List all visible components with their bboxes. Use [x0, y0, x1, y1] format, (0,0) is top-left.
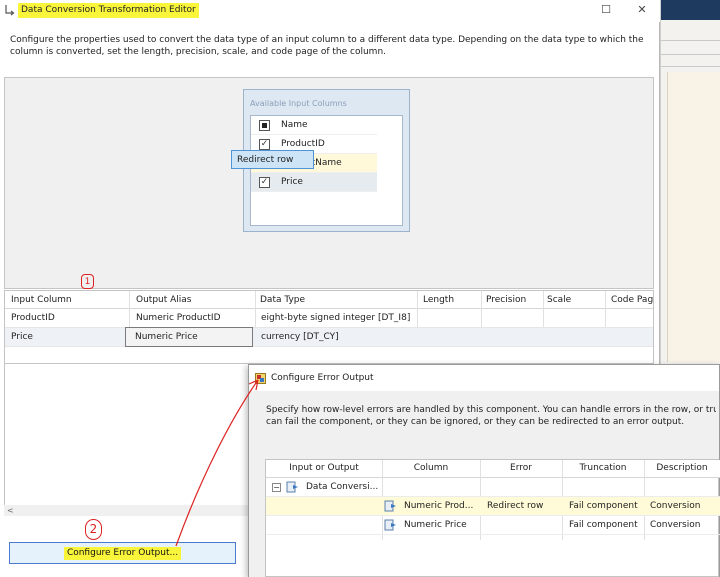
- table-row[interactable]: Numeric Price Fail component Conversion: [266, 516, 720, 535]
- description-cell: Conversion: [650, 520, 701, 530]
- error-cell[interactable]: Redirect row: [487, 501, 543, 511]
- error-dialog-titlebar: Configure Error Output: [249, 365, 719, 391]
- table-row[interactable]: − Data Conversi...: [266, 478, 720, 497]
- error-dialog-body: Specify how row-level errors are handled…: [249, 391, 720, 577]
- data-type-cell[interactable]: currency [DT_CY]: [261, 332, 339, 342]
- table-row[interactable]: Price currency [DT_CY]: [5, 328, 653, 347]
- background-divider: [661, 54, 720, 55]
- description-line: Specify how row-level errors are handled…: [266, 405, 716, 415]
- column-icon: [384, 519, 396, 531]
- data-type-cell[interactable]: eight-byte signed integer [DT_I8]: [261, 313, 410, 323]
- scroll-left-icon[interactable]: <: [7, 506, 14, 515]
- collapse-icon[interactable]: −: [272, 483, 281, 492]
- column-label: ProductID: [281, 139, 325, 149]
- error-grid-header: Input or Output Column Error Truncation …: [266, 460, 720, 478]
- available-columns-list: Name ✓ ProductID ProductName ✓ Price: [250, 115, 403, 226]
- column-icon: [384, 500, 396, 512]
- error-cell-selected: Redirect row: [237, 155, 294, 165]
- header-description[interactable]: Description: [644, 463, 720, 473]
- output-alias-value: Numeric Price: [135, 332, 198, 342]
- input-column-cell: Price: [11, 332, 33, 342]
- configure-error-output-button[interactable]: Configure Error Output...: [9, 542, 236, 564]
- header-scale[interactable]: Scale: [547, 295, 571, 305]
- header-data-type[interactable]: Data Type: [260, 295, 305, 305]
- background-panel: [667, 72, 720, 362]
- truncation-cell[interactable]: Fail component: [569, 501, 638, 511]
- header-column[interactable]: Column: [382, 463, 480, 473]
- component-icon: [286, 481, 298, 493]
- checkmark-icon[interactable]: ✓: [259, 177, 270, 188]
- header-length[interactable]: Length: [423, 295, 454, 305]
- configure-error-output-dialog: Configure Error Output Specify how row-l…: [248, 364, 720, 577]
- close-button[interactable]: ✕: [632, 2, 652, 18]
- input-column-cell: ProductID: [11, 313, 55, 323]
- description-line: can fail the component, or they can be i…: [266, 417, 685, 427]
- checkmark-icon[interactable]: ✓: [259, 139, 270, 150]
- description-cell: Conversion: [650, 501, 701, 511]
- grid-header: Input Column Output Alias Data Type Leng…: [5, 291, 653, 309]
- error-output-grid: Input or Output Column Error Truncation …: [265, 459, 720, 577]
- table-row[interactable]: ProductID Numeric ProductID eight-byte s…: [5, 309, 653, 328]
- header-input-column[interactable]: Input Column: [11, 295, 72, 305]
- editor-titlebar: Data Conversion Transformation Editor ☐ …: [0, 0, 660, 22]
- header-code-page[interactable]: Code Page: [611, 295, 653, 305]
- annotation-marker-2: 2: [85, 519, 102, 540]
- table-row[interactable]: Numeric Prod... Redirect row Fail compon…: [266, 497, 720, 516]
- background-divider: [661, 66, 720, 67]
- column-cell: Numeric Price: [404, 520, 467, 530]
- editor-title: Data Conversion Transformation Editor: [18, 3, 199, 18]
- header-output-alias[interactable]: Output Alias: [136, 295, 192, 305]
- header-input-or-output[interactable]: Input or Output: [266, 463, 382, 473]
- error-dialog-title: Configure Error Output: [271, 373, 374, 383]
- maximize-button[interactable]: ☐: [596, 2, 616, 18]
- truncation-cell[interactable]: Fail component: [569, 520, 638, 530]
- select-all-checkbox[interactable]: [259, 120, 270, 131]
- background-divider: [661, 40, 720, 41]
- background-title-strip: [661, 0, 720, 20]
- conversion-grid: Input Column Output Alias Data Type Leng…: [4, 290, 654, 364]
- column-label: Name: [281, 120, 308, 130]
- available-column-item[interactable]: ✓ Price: [251, 173, 377, 192]
- output-alias-editor[interactable]: Numeric Price: [125, 327, 253, 347]
- annotation-marker-1: 1: [81, 274, 94, 289]
- available-columns-title: Available Input Columns: [250, 99, 347, 108]
- available-column-item[interactable]: Name: [251, 116, 377, 135]
- column-label: Price: [281, 177, 303, 187]
- editor-description: Configure the properties used to convert…: [10, 35, 644, 57]
- error-dropdown-selected[interactable]: Redirect row: [231, 150, 314, 169]
- header-truncation[interactable]: Truncation: [562, 463, 644, 473]
- error-output-icon: [255, 373, 266, 384]
- configure-error-output-label: Configure Error Output...: [63, 547, 182, 560]
- header-error[interactable]: Error: [480, 463, 562, 473]
- error-dialog-description: Specify how row-level errors are handled…: [266, 404, 716, 428]
- column-cell: Numeric Prod...: [404, 501, 474, 511]
- data-flow-icon: [5, 5, 15, 16]
- horizontal-scrollbar[interactable]: <: [4, 505, 250, 516]
- component-name: Data Conversi...: [306, 482, 379, 492]
- header-precision[interactable]: Precision: [486, 295, 526, 305]
- output-alias-cell[interactable]: Numeric ProductID: [136, 313, 221, 323]
